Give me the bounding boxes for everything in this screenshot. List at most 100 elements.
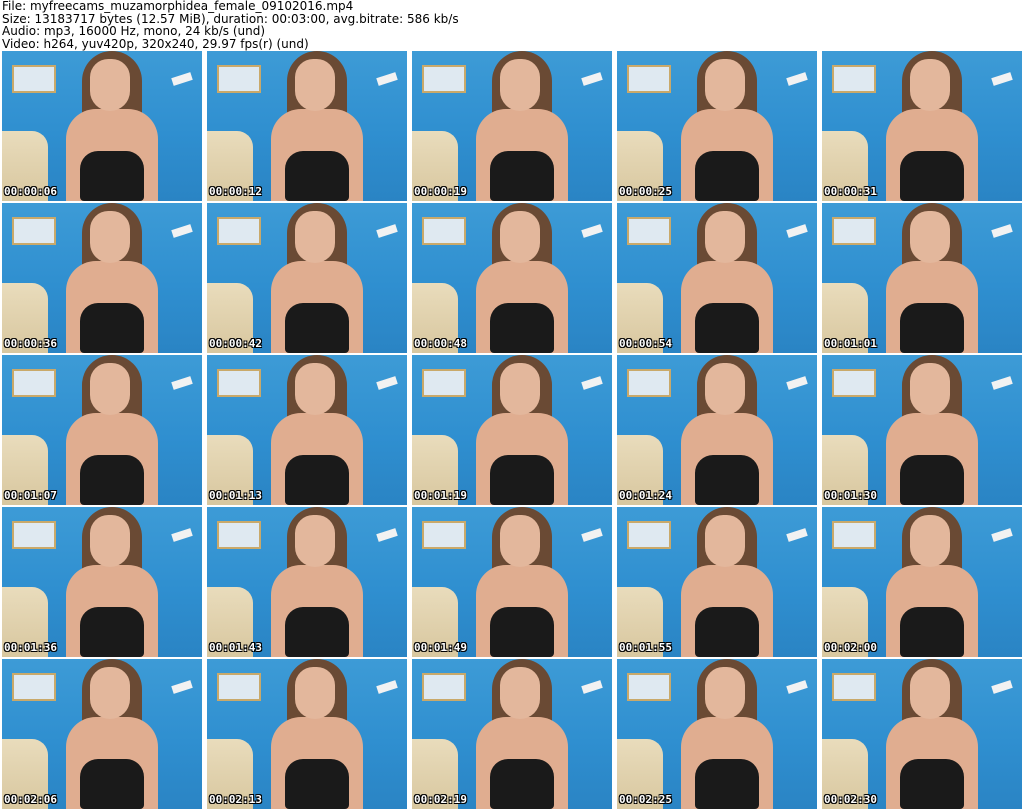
wall-picture [422, 521, 466, 549]
wall-picture [832, 217, 876, 245]
wall-sticker [786, 528, 808, 542]
person-face [500, 59, 540, 111]
wall-picture [217, 217, 261, 245]
wall-picture [12, 65, 56, 93]
person-face [90, 667, 130, 719]
wall-sticker [171, 72, 193, 86]
person-face [295, 667, 335, 719]
frame-timestamp: 00:00:48 [414, 337, 467, 350]
person-clothing [695, 303, 759, 353]
person-face [910, 363, 950, 415]
video-frame-thumbnail: 00:00:12 [207, 51, 407, 201]
person-clothing [80, 151, 144, 201]
wall-picture [422, 65, 466, 93]
video-frame-thumbnail: 00:00:54 [617, 203, 817, 353]
video-frame-thumbnail: 00:01:24 [617, 355, 817, 505]
person-clothing [285, 455, 349, 505]
frame-timestamp: 00:00:06 [4, 185, 57, 198]
person-clothing [900, 607, 964, 657]
frame-timestamp: 00:02:06 [4, 793, 57, 806]
wall-picture [422, 673, 466, 701]
wall-sticker [581, 680, 603, 694]
person-clothing [900, 151, 964, 201]
wall-sticker [171, 528, 193, 542]
person-clothing [900, 455, 964, 505]
person-clothing [695, 759, 759, 809]
wall-picture [832, 369, 876, 397]
wall-sticker [171, 224, 193, 238]
person-face [500, 667, 540, 719]
video-frame-thumbnail: 00:01:55 [617, 507, 817, 657]
wall-sticker [991, 680, 1013, 694]
person-clothing [285, 151, 349, 201]
person-clothing [490, 151, 554, 201]
wall-picture [12, 521, 56, 549]
frame-timestamp: 00:01:24 [619, 489, 672, 502]
wall-picture [422, 217, 466, 245]
frame-timestamp: 00:00:25 [619, 185, 672, 198]
wall-sticker [376, 224, 398, 238]
person-face [90, 515, 130, 567]
person-face [910, 59, 950, 111]
video-frame-thumbnail: 00:00:36 [2, 203, 202, 353]
video-frame-thumbnail: 00:01:30 [822, 355, 1022, 505]
video-frame-thumbnail: 00:02:00 [822, 507, 1022, 657]
wall-sticker [786, 680, 808, 694]
frame-timestamp: 00:01:36 [4, 641, 57, 654]
video-frame-thumbnail: 00:01:43 [207, 507, 407, 657]
frame-timestamp: 00:01:30 [824, 489, 877, 502]
video-frame-thumbnail: 00:01:07 [2, 355, 202, 505]
wall-picture [217, 673, 261, 701]
person-face [705, 515, 745, 567]
wall-sticker [581, 224, 603, 238]
person-face [705, 211, 745, 263]
person-clothing [80, 607, 144, 657]
person-clothing [490, 759, 554, 809]
video-frame-thumbnail: 00:02:19 [412, 659, 612, 809]
person-clothing [80, 455, 144, 505]
frame-timestamp: 00:00:12 [209, 185, 262, 198]
wall-sticker [376, 528, 398, 542]
person-clothing [285, 759, 349, 809]
frame-timestamp: 00:02:00 [824, 641, 877, 654]
person-face [295, 59, 335, 111]
frame-timestamp: 00:00:54 [619, 337, 672, 350]
person-clothing [490, 303, 554, 353]
wall-sticker [786, 224, 808, 238]
person-clothing [490, 455, 554, 505]
person-clothing [695, 607, 759, 657]
wall-sticker [171, 680, 193, 694]
wall-sticker [991, 528, 1013, 542]
frame-timestamp: 00:02:30 [824, 793, 877, 806]
frame-timestamp: 00:01:01 [824, 337, 877, 350]
frame-timestamp: 00:02:19 [414, 793, 467, 806]
person-clothing [80, 759, 144, 809]
frame-timestamp: 00:01:19 [414, 489, 467, 502]
wall-sticker [786, 376, 808, 390]
wall-picture [832, 65, 876, 93]
person-face [90, 363, 130, 415]
frame-timestamp: 00:00:31 [824, 185, 877, 198]
video-frame-thumbnail: 00:02:25 [617, 659, 817, 809]
person-face [90, 211, 130, 263]
video-frame-thumbnail: 00:00:42 [207, 203, 407, 353]
frame-timestamp: 00:02:13 [209, 793, 262, 806]
wall-sticker [376, 680, 398, 694]
frame-timestamp: 00:01:49 [414, 641, 467, 654]
wall-picture [12, 217, 56, 245]
video-frame-thumbnail: 00:02:06 [2, 659, 202, 809]
person-face [295, 211, 335, 263]
video-frame-thumbnail: 00:01:19 [412, 355, 612, 505]
person-face [910, 515, 950, 567]
wall-picture [217, 521, 261, 549]
video-frame-thumbnail: 00:00:19 [412, 51, 612, 201]
wall-picture [422, 369, 466, 397]
video-frame-thumbnail: 00:00:48 [412, 203, 612, 353]
wall-picture [832, 521, 876, 549]
video-frame-thumbnail: 00:00:06 [2, 51, 202, 201]
video-frame-thumbnail: 00:02:13 [207, 659, 407, 809]
person-face [500, 211, 540, 263]
person-face [705, 363, 745, 415]
wall-picture [627, 65, 671, 93]
wall-picture [627, 369, 671, 397]
